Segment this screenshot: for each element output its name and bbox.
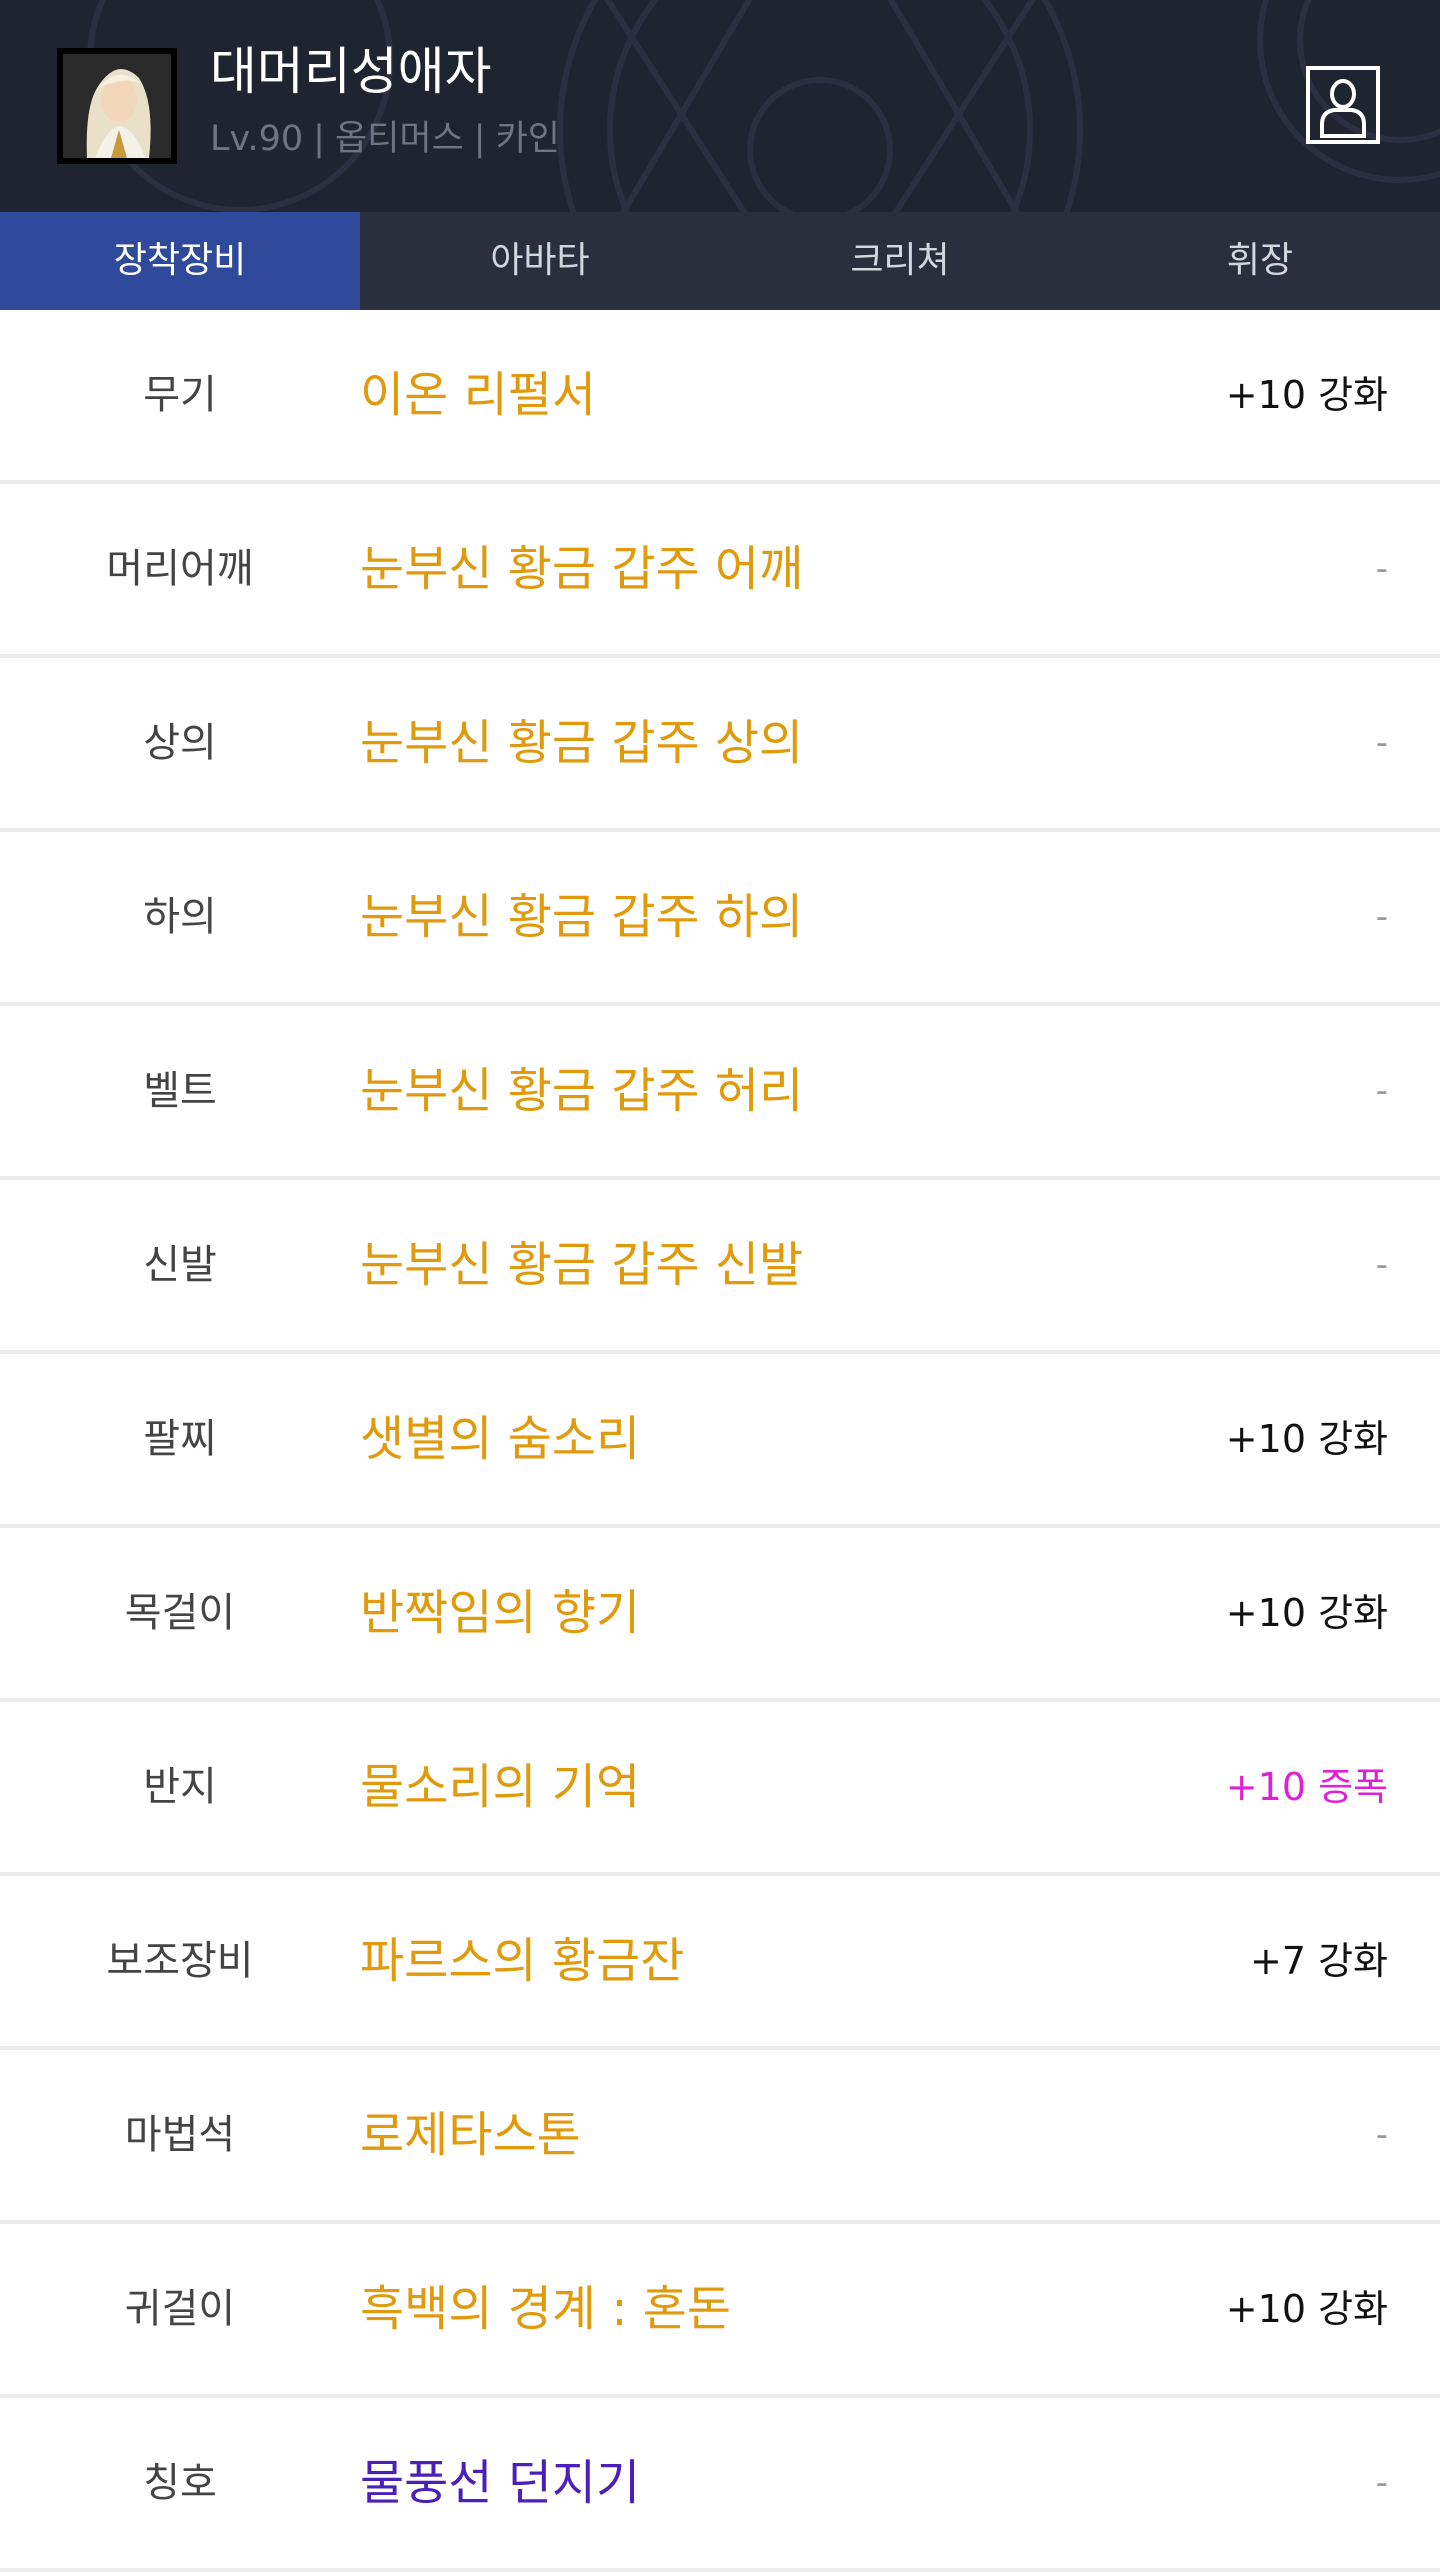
equipment-row-bracelet[interactable]: 팔찌 샛별의 숨소리 +10 강화 xyxy=(0,1354,1440,1528)
item-name: 물소리의 기억 xyxy=(360,1759,641,1815)
slot-label: 하의 xyxy=(143,894,217,940)
enchant-status: - xyxy=(1375,1245,1388,1285)
info-separator: | xyxy=(313,119,325,159)
equipment-row-earring[interactable]: 귀걸이 흑백의 경계 : 혼돈 +10 강화 xyxy=(0,2224,1440,2398)
equipment-row-necklace[interactable]: 목걸이 반짝임의 향기 +10 강화 xyxy=(0,1528,1440,1702)
item-name: 눈부신 황금 갑주 어깨 xyxy=(360,541,804,597)
enchant-status: - xyxy=(1375,897,1388,937)
equipment-row-magic-stone[interactable]: 마법석 로제타스톤 - xyxy=(0,2050,1440,2224)
tab-creature[interactable]: 크리쳐 xyxy=(720,212,1080,310)
slot-label: 상의 xyxy=(143,720,217,766)
slot-label: 마법석 xyxy=(124,2112,236,2158)
equipment-row-weapon[interactable]: 무기 이온 리펄서 +10 강화 xyxy=(0,310,1440,484)
slot-label: 칭호 xyxy=(143,2460,217,2506)
enchant-status: +10 강화 xyxy=(1225,2287,1388,2331)
character-job: 옵티머스 xyxy=(334,119,464,159)
enchant-status: +10 증폭 xyxy=(1225,1765,1388,1809)
slot-label: 머리어깨 xyxy=(106,546,254,592)
tab-insignia[interactable]: 휘장 xyxy=(1080,212,1440,310)
enchant-status: - xyxy=(1375,549,1388,589)
item-name: 눈부신 황금 갑주 하의 xyxy=(360,889,804,945)
profile-button[interactable] xyxy=(1306,66,1380,144)
equipment-list: 무기 이온 리펄서 +10 강화 머리어깨 눈부신 황금 갑주 어깨 - 상의 … xyxy=(0,310,1440,2572)
character-header: 대머리성애자 Lv.90 | 옵티머스 | 카인 xyxy=(0,0,1440,212)
item-name: 반짝임의 향기 xyxy=(360,1585,641,1641)
item-name: 눈부신 황금 갑주 신발 xyxy=(360,1237,804,1293)
equipment-tabs: 장착장비 아바타 크리쳐 휘장 xyxy=(0,212,1440,310)
enchant-status: +7 강화 xyxy=(1249,1939,1388,1983)
equipment-row-belt[interactable]: 벨트 눈부신 황금 갑주 허리 - xyxy=(0,1006,1440,1180)
item-name: 파르스의 황금잔 xyxy=(360,1933,685,1989)
enchant-status: +10 강화 xyxy=(1225,1417,1388,1461)
item-name: 흑백의 경계 : 혼돈 xyxy=(360,2281,732,2337)
slot-label: 반지 xyxy=(143,1764,217,1810)
item-name: 눈부신 황금 갑주 허리 xyxy=(360,1063,804,1119)
enchant-status: - xyxy=(1375,723,1388,763)
slot-label: 무기 xyxy=(143,372,217,418)
character-server: 카인 xyxy=(495,119,560,159)
tab-avatar[interactable]: 아바타 xyxy=(360,212,720,310)
emblem-background-icon xyxy=(0,0,1440,212)
item-name: 로제타스톤 xyxy=(360,2107,581,2163)
character-level: Lv.90 xyxy=(210,119,304,159)
slot-label: 목걸이 xyxy=(124,1590,236,1636)
character-portrait-icon xyxy=(57,48,177,164)
slot-label: 보조장비 xyxy=(106,1938,254,1984)
info-separator: | xyxy=(473,119,486,159)
person-icon xyxy=(1306,66,1380,144)
slot-label: 팔찌 xyxy=(143,1416,217,1462)
item-name: 물풍선 던지기 xyxy=(360,2455,641,2511)
slot-label: 귀걸이 xyxy=(124,2286,236,2332)
enchant-status: +10 강화 xyxy=(1225,373,1388,417)
tab-equipment[interactable]: 장착장비 xyxy=(0,212,360,310)
slot-label: 신발 xyxy=(143,1242,217,1288)
character-avatar xyxy=(57,48,177,164)
enchant-status: - xyxy=(1375,2463,1388,2503)
character-info: Lv.90 | 옵티머스 | 카인 xyxy=(210,114,560,164)
equipment-row-ring[interactable]: 반지 물소리의 기억 +10 증폭 xyxy=(0,1702,1440,1876)
enchant-status: - xyxy=(1375,1071,1388,1111)
item-name: 눈부신 황금 갑주 상의 xyxy=(360,715,804,771)
character-name: 대머리성애자 xyxy=(210,43,492,102)
enchant-status: +10 강화 xyxy=(1225,1591,1388,1635)
equipment-row-shoulder[interactable]: 머리어깨 눈부신 황금 갑주 어깨 - xyxy=(0,484,1440,658)
equipment-row-sub-equipment[interactable]: 보조장비 파르스의 황금잔 +7 강화 xyxy=(0,1876,1440,2050)
enchant-status: - xyxy=(1375,2115,1388,2155)
equipment-row-bottom[interactable]: 하의 눈부신 황금 갑주 하의 - xyxy=(0,832,1440,1006)
equipment-row-title[interactable]: 칭호 물풍선 던지기 - xyxy=(0,2398,1440,2572)
equipment-row-shoes[interactable]: 신발 눈부신 황금 갑주 신발 - xyxy=(0,1180,1440,1354)
slot-label: 벨트 xyxy=(143,1068,217,1114)
equipment-row-top[interactable]: 상의 눈부신 황금 갑주 상의 - xyxy=(0,658,1440,832)
item-name: 이온 리펄서 xyxy=(360,367,597,423)
item-name: 샛별의 숨소리 xyxy=(360,1411,641,1467)
